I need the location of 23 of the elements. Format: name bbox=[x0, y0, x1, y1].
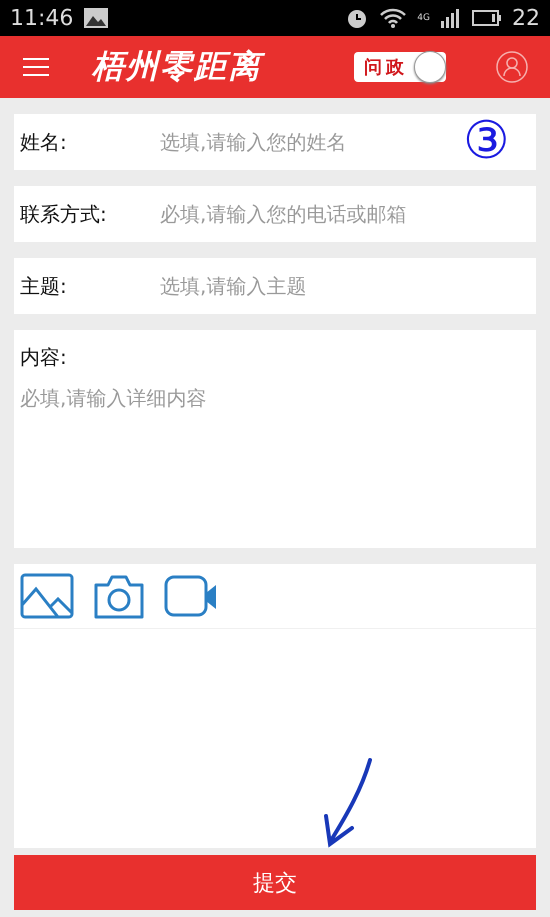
submit-button[interactable]: 提交 bbox=[14, 855, 536, 910]
status-time: 11:46 bbox=[10, 6, 74, 30]
step-annotation: ③ bbox=[463, 113, 510, 169]
field-label: 联系方式: bbox=[14, 186, 160, 242]
app-logo: 梧州零距离 bbox=[92, 45, 334, 89]
battery-level: 22 bbox=[512, 6, 540, 30]
field-label: 主题: bbox=[14, 258, 160, 314]
field-label: 姓名: bbox=[14, 114, 160, 170]
input-field[interactable]: 必填,请输入您的电话或邮箱 bbox=[160, 186, 536, 242]
image-icon bbox=[83, 7, 110, 29]
toggle-switch[interactable]: 问政 bbox=[354, 52, 446, 82]
user-icon[interactable] bbox=[496, 51, 528, 83]
image-icon[interactable] bbox=[20, 573, 74, 619]
camera-icon[interactable] bbox=[92, 573, 146, 619]
video-icon[interactable] bbox=[164, 573, 218, 619]
field-label: 内容: bbox=[14, 330, 536, 385]
wifi-icon bbox=[379, 7, 408, 29]
network-label: 4G bbox=[417, 13, 430, 23]
menu-icon[interactable] bbox=[22, 57, 50, 77]
content-textarea[interactable]: 必填,请输入详细内容 bbox=[14, 385, 536, 548]
input-field[interactable]: 选填,请输入主题 bbox=[160, 258, 536, 314]
battery-icon bbox=[472, 9, 502, 27]
signal-icon bbox=[440, 7, 462, 29]
